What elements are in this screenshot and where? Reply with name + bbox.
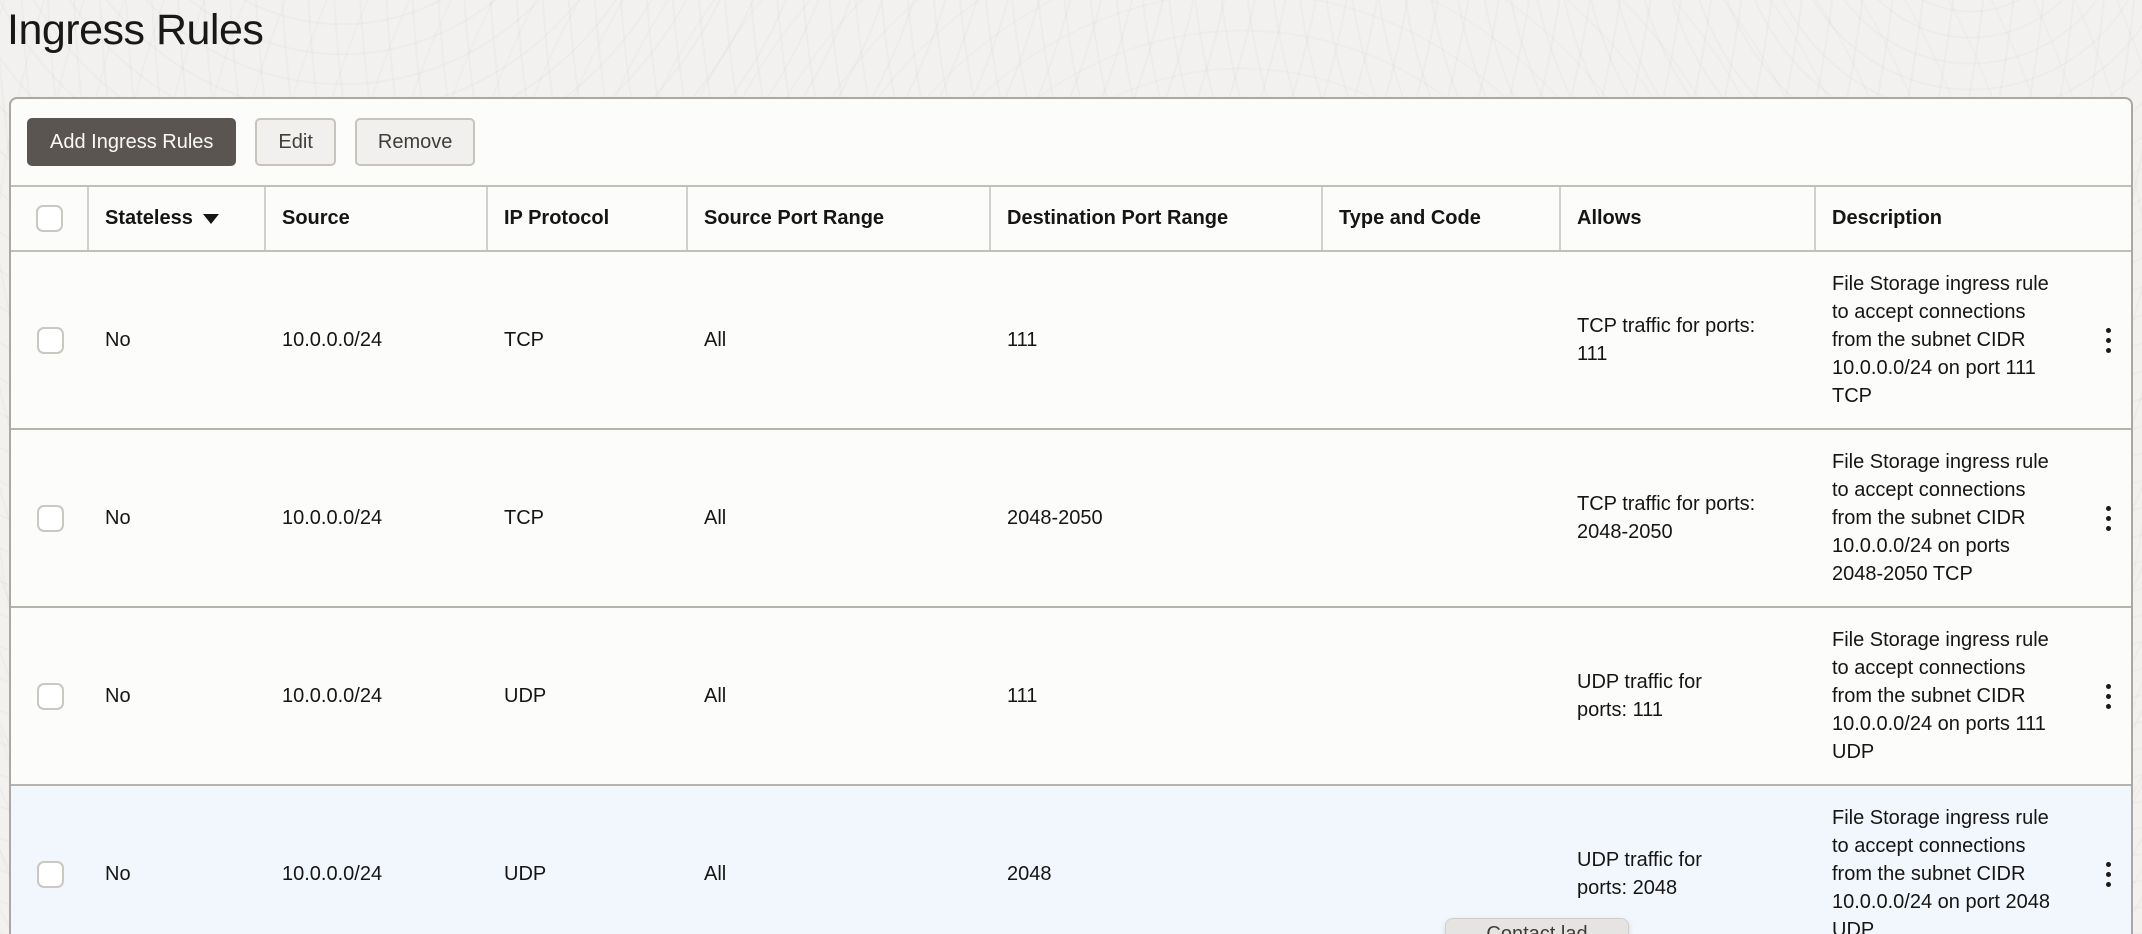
cell-destination-port-range: 111 xyxy=(991,326,1323,354)
row-checkbox-cell xyxy=(11,505,89,532)
row-checkbox[interactable] xyxy=(37,861,64,888)
remove-button[interactable]: Remove xyxy=(355,118,475,166)
cell-allows: TCP traffic for ports: 111 xyxy=(1561,312,1816,368)
column-header-source-port-range: Source Port Range xyxy=(688,187,991,250)
row-checkbox[interactable] xyxy=(37,683,64,710)
table-row: No 10.0.0.0/24 TCP All 2048-2050 TCP tra… xyxy=(11,430,2131,608)
column-header-type-and-code: Type and Code xyxy=(1323,187,1561,250)
add-ingress-rules-button[interactable]: Add Ingress Rules xyxy=(27,118,236,166)
column-header-source: Source xyxy=(266,187,488,250)
cell-destination-port-range: 2048-2050 xyxy=(991,504,1323,532)
cell-source: 10.0.0.0/24 xyxy=(266,326,488,354)
header-checkbox-cell xyxy=(11,187,89,250)
cell-stateless: No xyxy=(89,326,266,354)
column-header-destination-port-range: Destination Port Range xyxy=(991,187,1323,250)
cell-stateless: No xyxy=(89,504,266,532)
row-checkbox[interactable] xyxy=(37,505,64,532)
cell-ip-protocol: UDP xyxy=(488,682,688,710)
row-actions-kebab-icon[interactable] xyxy=(2094,856,2124,893)
caret-down-icon xyxy=(203,214,219,224)
ingress-rules-panel: Add Ingress Rules Edit Remove Stateless … xyxy=(9,97,2133,934)
cell-destination-port-range: 111 xyxy=(991,682,1323,710)
cell-ip-protocol: UDP xyxy=(488,860,688,888)
column-header-description: Description xyxy=(1816,187,2131,250)
table-row: No 10.0.0.0/24 TCP All 111 TCP traffic f… xyxy=(11,252,2131,430)
edit-button[interactable]: Edit xyxy=(255,118,335,166)
row-actions-kebab-icon[interactable] xyxy=(2094,678,2124,715)
cell-allows: UDP traffic for ports: 2048 xyxy=(1561,846,1816,902)
cell-source-port-range: All xyxy=(688,860,991,888)
cell-ip-protocol: TCP xyxy=(488,504,688,532)
toolbar: Add Ingress Rules Edit Remove xyxy=(11,99,2131,185)
row-checkbox-cell xyxy=(11,861,89,888)
table-header: Stateless Source IP Protocol Source Port… xyxy=(11,185,2131,252)
cell-destination-port-range: 2048 xyxy=(991,860,1323,888)
row-checkbox-cell xyxy=(11,683,89,710)
cell-allows: TCP traffic for ports: 2048-2050 xyxy=(1561,490,1816,546)
cell-allows: UDP traffic for ports: 111 xyxy=(1561,668,1816,724)
row-actions-cell xyxy=(2086,322,2131,359)
row-actions-cell xyxy=(2086,678,2131,715)
row-checkbox[interactable] xyxy=(37,327,64,354)
table-body: No 10.0.0.0/24 TCP All 111 TCP traffic f… xyxy=(11,252,2131,934)
table-row: No 10.0.0.0/24 UDP All 2048 UDP traffic … xyxy=(11,786,2131,934)
cell-description: File Storage ingress rule to accept conn… xyxy=(1816,804,2054,934)
column-header-stateless[interactable]: Stateless xyxy=(89,187,266,250)
cell-stateless: No xyxy=(89,860,266,888)
cell-source: 10.0.0.0/24 xyxy=(266,504,488,532)
cell-source-port-range: All xyxy=(688,504,991,532)
cell-source-port-range: All xyxy=(688,682,991,710)
cell-source: 10.0.0.0/24 xyxy=(266,682,488,710)
row-actions-kebab-icon[interactable] xyxy=(2094,500,2124,537)
column-header-allows: Allows xyxy=(1561,187,1816,250)
row-actions-cell xyxy=(2086,500,2131,537)
table-row: No 10.0.0.0/24 UDP All 111 UDP traffic f… xyxy=(11,608,2131,786)
cell-description: File Storage ingress rule to accept conn… xyxy=(1816,270,2054,410)
cell-source-port-range: All xyxy=(688,326,991,354)
row-actions-cell xyxy=(2086,856,2131,893)
cell-stateless: No xyxy=(89,682,266,710)
page-title: Ingress Rules xyxy=(7,6,263,55)
row-checkbox-cell xyxy=(11,327,89,354)
row-actions-kebab-icon[interactable] xyxy=(2094,322,2124,359)
cell-description: File Storage ingress rule to accept conn… xyxy=(1816,448,2054,588)
cell-description: File Storage ingress rule to accept conn… xyxy=(1816,626,2054,766)
column-header-ip-protocol: IP Protocol xyxy=(488,187,688,250)
contact-button[interactable]: Contact lad xyxy=(1445,918,1629,934)
select-all-checkbox[interactable] xyxy=(36,205,63,232)
cell-source: 10.0.0.0/24 xyxy=(266,860,488,888)
cell-ip-protocol: TCP xyxy=(488,326,688,354)
